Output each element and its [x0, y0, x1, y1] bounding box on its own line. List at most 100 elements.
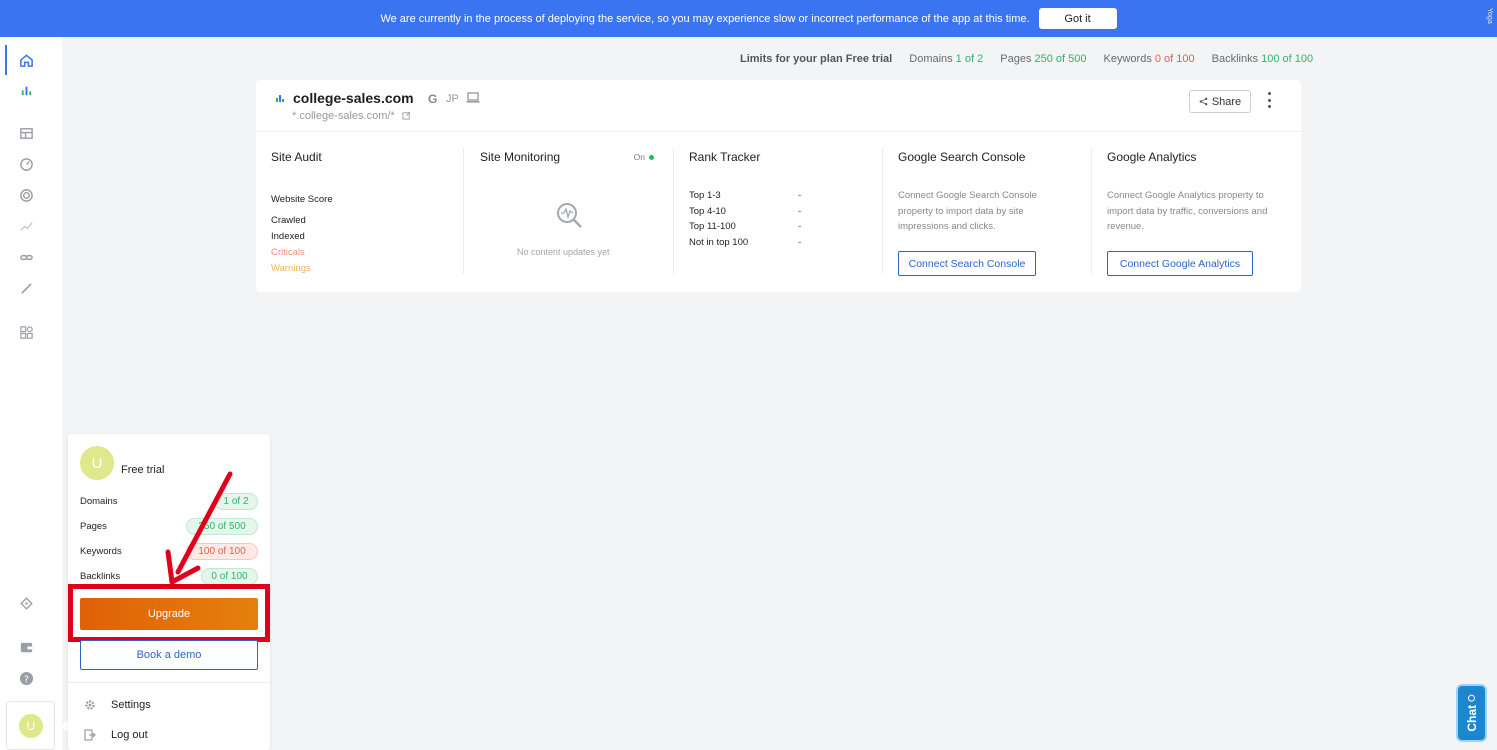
- bar-chart-icon: [21, 86, 31, 95]
- nav-traffic[interactable]: [17, 217, 35, 235]
- rank-row-value: -: [798, 206, 802, 217]
- monitor-search-icon: [557, 203, 582, 228]
- search-console-desc: Connect Google Search Console property t…: [898, 190, 1037, 232]
- project-card: college-sales.com G JP *.college-sales.c…: [256, 80, 1301, 292]
- rank-row-value: -: [798, 237, 802, 248]
- got-it-button[interactable]: Got it: [1038, 8, 1117, 29]
- share-icon: [1199, 97, 1208, 106]
- external-link-icon[interactable]: [402, 111, 411, 120]
- gear-icon: [85, 700, 95, 710]
- banner-message: We are currently in the process of deplo…: [380, 12, 1030, 25]
- search-console-widget: Google Search Console Connect Google Sea…: [898, 148, 1098, 276]
- monitoring-empty-text: No content updates yet: [517, 247, 610, 257]
- annotation-arrow: [165, 471, 233, 585]
- monitoring-status: On: [634, 152, 654, 162]
- magic-wand-icon: [20, 283, 31, 294]
- project-icon: [276, 95, 284, 102]
- plan-name: Free trial: [121, 464, 165, 476]
- limits-domains-label: Domains: [909, 53, 953, 65]
- connect-google-analytics-button[interactable]: Connect Google Analytics: [1107, 251, 1253, 276]
- popup-divider: [68, 682, 270, 683]
- home-icon: [19, 53, 33, 67]
- apps-icon: [19, 325, 33, 339]
- project-url: *.college-sales.com/*: [292, 110, 395, 122]
- column-divider: [1091, 148, 1092, 274]
- nav-apps[interactable]: [17, 323, 35, 341]
- site-audit-title: Site Audit: [271, 150, 322, 164]
- avatar: U: [80, 446, 114, 480]
- nav-dashboard[interactable]: [17, 124, 35, 142]
- region-code: JP: [446, 93, 459, 105]
- limits-backlinks-label: Backlinks: [1211, 53, 1259, 65]
- rank-row-label: Top 1-3: [689, 190, 721, 201]
- nav-rank-tracker[interactable]: [17, 186, 35, 204]
- logout-label: Log out: [111, 729, 148, 741]
- google-icon: G: [428, 92, 438, 106]
- website-score-label: Website Score: [271, 194, 333, 205]
- warnings-label: Warnings: [271, 263, 311, 274]
- speedometer-icon: [19, 157, 33, 171]
- column-divider: [463, 148, 464, 274]
- target-icon: [19, 188, 33, 202]
- rank-row-label: Top 11-100: [689, 221, 736, 232]
- nav-backlinks[interactable]: [17, 248, 35, 266]
- limits-pages-label: Pages: [1000, 53, 1032, 65]
- svg-text:?: ?: [24, 674, 29, 685]
- google-analytics-desc: Connect Google Analytics property to imp…: [1107, 190, 1268, 232]
- project-header: college-sales.com G JP *.college-sales.c…: [256, 80, 1301, 132]
- site-monitoring-title: Site Monitoring: [480, 150, 561, 164]
- usage-label: Backlinks: [80, 571, 121, 582]
- rank-row-value: -: [798, 190, 802, 201]
- limits-keywords-label: Keywords: [1103, 53, 1152, 65]
- sidebar-user[interactable]: U: [6, 701, 55, 750]
- chat-label: Chat: [1464, 704, 1479, 732]
- criticals-label: Criticals: [271, 247, 305, 258]
- crawled-label: Crawled: [271, 215, 306, 226]
- limits-domains-value: 1 of 2: [955, 53, 984, 65]
- nav-tools[interactable]: [17, 279, 35, 297]
- nav-integrations[interactable]: [17, 594, 35, 612]
- help-icon: ?: [19, 671, 33, 685]
- share-button[interactable]: Share: [1189, 90, 1251, 113]
- limits-title: Limits for your plan Free trial: [740, 53, 893, 65]
- google-analytics-title: Google Analytics: [1107, 150, 1197, 164]
- table-icon: [19, 127, 33, 139]
- book-demo-button[interactable]: Book a demo: [80, 640, 258, 670]
- indexed-label: Indexed: [271, 231, 305, 242]
- nav-wallet[interactable]: [17, 638, 35, 656]
- usage-label: Keywords: [80, 546, 122, 557]
- logout-icon: [84, 729, 96, 741]
- popup-pointer: [61, 720, 68, 732]
- project-domain[interactable]: college-sales.com: [293, 90, 414, 106]
- nav-project[interactable]: [17, 81, 35, 99]
- laptop-icon: [466, 92, 480, 103]
- usage-label: Pages: [80, 521, 107, 532]
- nav-active-indicator: [5, 45, 7, 75]
- nav-help[interactable]: ?: [17, 669, 35, 687]
- plan-limits: Limits for your plan Free trial Domains 1…: [740, 53, 1313, 65]
- logout-menu-item[interactable]: Log out: [84, 727, 254, 743]
- search-console-title: Google Search Console: [898, 150, 1026, 164]
- banner-side-text: Yoga: [1486, 8, 1493, 24]
- sidebar: ?: [0, 37, 62, 750]
- diamond-icon: [19, 596, 33, 610]
- nav-site-audit[interactable]: [17, 155, 35, 173]
- more-options-icon[interactable]: [1262, 92, 1276, 108]
- settings-label: Settings: [111, 699, 151, 711]
- site-audit-placeholder: -: [271, 164, 274, 171]
- limits-backlinks-value: 100 of 100: [1261, 53, 1314, 65]
- limits-pages-value: 250 of 500: [1034, 53, 1087, 65]
- column-divider: [882, 148, 883, 274]
- usage-label: Domains: [80, 496, 118, 507]
- nav-home[interactable]: [17, 51, 35, 69]
- rank-tracker-title: Rank Tracker: [689, 150, 761, 164]
- site-audit-widget[interactable]: Site Audit - Website Score Crawled Index…: [271, 148, 471, 276]
- connect-search-console-button[interactable]: Connect Search Console: [898, 251, 1036, 276]
- rank-tracker-widget[interactable]: Rank Tracker Top 1-3 - Top 4-10 - Top 11…: [689, 148, 889, 276]
- deploy-banner: We are currently in the process of deplo…: [0, 0, 1497, 37]
- chat-button[interactable]: Chat: [1456, 684, 1487, 742]
- chat-icon: [1468, 694, 1475, 702]
- settings-menu-item[interactable]: Settings: [84, 697, 254, 713]
- limits-keywords-value: 0 of 100: [1154, 53, 1195, 65]
- site-monitoring-widget[interactable]: Site Monitoring On No content updates ye…: [480, 148, 660, 276]
